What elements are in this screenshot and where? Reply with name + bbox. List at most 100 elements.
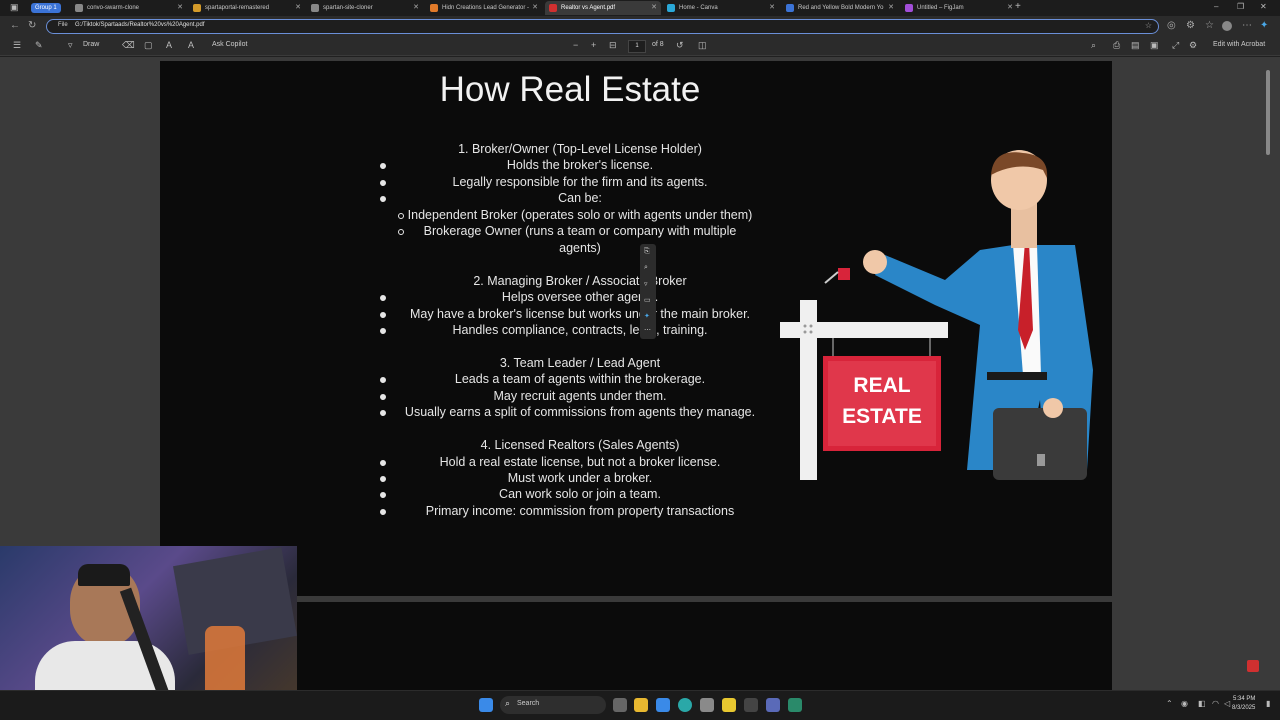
page-view-icon[interactable]: ▢ xyxy=(144,40,153,51)
tab-close-icon[interactable]: ✕ xyxy=(532,1,538,15)
minimize-icon[interactable]: – xyxy=(1214,2,1218,11)
tab-favicon-icon xyxy=(786,4,794,12)
highlight-selection-icon[interactable]: ▿ xyxy=(644,280,648,288)
tab-close-icon[interactable]: ✕ xyxy=(413,1,419,15)
slide-bullet-text: Holds the broker's license. xyxy=(506,158,654,173)
page-number-input[interactable]: 1 xyxy=(628,40,646,53)
ask-copilot-button[interactable]: Ask Copilot xyxy=(212,41,247,48)
search-selection-icon[interactable]: ⌕ xyxy=(644,264,648,272)
search-icon[interactable]: ⌕ xyxy=(1091,40,1096,51)
back-icon[interactable]: ← xyxy=(10,20,20,31)
tab-label: Untitled – FigJam xyxy=(917,5,964,11)
more-menu-icon[interactable]: ⋯ xyxy=(1242,20,1252,31)
volume-icon[interactable]: ◁ xyxy=(1224,699,1230,708)
new-tab-button[interactable]: + xyxy=(1015,1,1021,12)
contents-icon[interactable]: ☰ xyxy=(13,40,21,51)
settings-icon[interactable]: ⚙ xyxy=(1186,20,1195,31)
browser-tab[interactable]: Untitled – FigJam ✕ xyxy=(901,1,1017,15)
start-icon[interactable] xyxy=(479,698,493,712)
taskbar-search-label: Search xyxy=(517,700,540,707)
favorite-star-icon[interactable]: ☆ xyxy=(1145,21,1152,30)
terminal-icon[interactable] xyxy=(788,698,802,712)
draw-button[interactable]: Draw xyxy=(83,41,99,48)
copy-icon[interactable]: ⎘ xyxy=(644,248,650,256)
bullet-disc-icon xyxy=(380,179,386,186)
browser-tab[interactable]: Realtor vs Agent.pdf ✕ xyxy=(545,1,661,15)
bullet-disc-icon xyxy=(380,295,386,302)
url-text[interactable]: G:/Tiktok/Spartaads/Realtor%20vs%20Agent… xyxy=(75,22,205,28)
browser-tab[interactable]: Red and Yellow Bold Modern Yo ✕ xyxy=(782,1,898,15)
keychain-house xyxy=(838,268,850,280)
two-page-icon[interactable]: ◫ xyxy=(698,40,707,51)
draw-icon[interactable]: ▿ xyxy=(68,40,73,51)
rotate-icon[interactable]: ↺ xyxy=(676,40,684,51)
save-as-icon[interactable]: ▣ xyxy=(1150,40,1159,51)
file-explorer-icon[interactable] xyxy=(634,698,648,712)
window-menu-icon[interactable]: ▣ xyxy=(10,2,19,13)
slide-heading-line: 3. Team Leader / Lead Agent xyxy=(499,355,661,370)
slide-bullet-text: Helps oversee other agents. xyxy=(501,290,659,305)
text-icon[interactable]: A xyxy=(166,40,172,50)
clock[interactable]: 5:34 PM 8/3/2025 xyxy=(1232,695,1255,713)
tab-close-icon[interactable]: ✕ xyxy=(1007,1,1013,15)
browser-tab[interactable]: Hidn Creations Lead Generator - ✕ xyxy=(426,1,542,15)
tab-close-icon[interactable]: ✕ xyxy=(651,1,657,15)
app-icon-yellow[interactable] xyxy=(722,698,736,712)
tab-favicon-icon xyxy=(667,4,675,12)
tab-close-icon[interactable]: ✕ xyxy=(888,1,894,15)
bullet-disc-icon xyxy=(380,311,386,318)
tab-strip: ▣ Group 1 convo-swarm-clone ✕ spartaportal… xyxy=(0,0,1280,16)
tab-close-icon[interactable]: ✕ xyxy=(177,1,183,15)
maximize-icon[interactable]: ❐ xyxy=(1237,2,1244,11)
tab-group-chip[interactable]: Group 1 xyxy=(31,3,61,13)
file-scheme-label: File xyxy=(58,22,68,28)
calendar-icon[interactable] xyxy=(656,698,670,712)
scrollbar-thumb[interactable] xyxy=(1266,70,1270,155)
sign-arm xyxy=(780,322,948,338)
zoom-in-icon[interactable]: + xyxy=(591,40,596,50)
task-view-icon[interactable] xyxy=(613,698,627,712)
refresh-icon[interactable]: ↻ xyxy=(28,20,36,31)
fit-page-icon[interactable]: ⊟ xyxy=(609,40,617,51)
fullscreen-icon[interactable]: ⤢ xyxy=(1172,40,1179,51)
profile-avatar[interactable] xyxy=(1222,21,1232,31)
comment-icon[interactable]: ▭ xyxy=(644,296,651,304)
copilot-selection-icon[interactable]: ✦ xyxy=(644,312,650,320)
browser-tab[interactable]: spartaportal-remastered ✕ xyxy=(189,1,305,15)
pdf-settings-icon[interactable]: ⚙ xyxy=(1189,40,1197,51)
slide-bullet-text: Brokerage Owner (runs a team or company … xyxy=(423,224,737,239)
edge-icon[interactable] xyxy=(678,698,692,712)
acrobat-icon[interactable] xyxy=(1247,660,1259,672)
wifi-icon[interactable]: ◠ xyxy=(1212,699,1219,708)
print-icon[interactable]: ⎙ xyxy=(1113,40,1120,51)
browser-tab[interactable]: convo-swarm-clone ✕ xyxy=(71,1,187,15)
slide-heading-line: 1. Broker/Owner (Top-Level License Holde… xyxy=(458,142,702,156)
network-icon[interactable]: ◧ xyxy=(1198,699,1206,708)
app-icon-dark[interactable] xyxy=(744,698,758,712)
taskbar-search[interactable]: ⌕ Search xyxy=(500,696,606,714)
browser-tab[interactable]: Home - Canva ✕ xyxy=(663,1,779,15)
bullet-disc-icon xyxy=(380,459,386,466)
more-selection-icon[interactable]: ⋯ xyxy=(644,326,651,334)
edit-with-acrobat-button[interactable]: Edit with Acrobat xyxy=(1213,41,1265,48)
erase-icon[interactable]: ⌫ xyxy=(122,40,135,51)
save-icon[interactable]: ▤ xyxy=(1131,40,1140,51)
app-icon-blue[interactable] xyxy=(766,698,780,712)
zoom-out-icon[interactable]: − xyxy=(573,40,578,50)
notification-icon[interactable]: ▮ xyxy=(1266,699,1270,708)
store-icon[interactable] xyxy=(700,698,714,712)
read-aloud-icon[interactable]: A xyxy=(188,40,194,50)
slide-bullet-text: Legally responsible for the firm and its… xyxy=(452,174,708,189)
highlight-icon[interactable]: ✎ xyxy=(35,40,43,51)
address-bar[interactable]: File G:/Tiktok/Spartaads/Realtor%20vs%20… xyxy=(46,19,1159,34)
slide-bullet-text: Primary income: commission from property… xyxy=(425,503,735,518)
extension-icon[interactable]: ◎ xyxy=(1167,20,1176,31)
browser-tab[interactable]: spartan-site-cloner ✕ xyxy=(307,1,423,15)
tray-chevron-icon[interactable]: ⌃ xyxy=(1166,699,1173,708)
tray-app-icon[interactable]: ◉ xyxy=(1181,699,1188,708)
favorites-icon[interactable]: ☆ xyxy=(1205,20,1214,31)
copilot-icon[interactable]: ✦ xyxy=(1260,20,1268,31)
tab-close-icon[interactable]: ✕ xyxy=(295,1,301,15)
tab-close-icon[interactable]: ✕ xyxy=(769,1,775,15)
close-window-icon[interactable]: ✕ xyxy=(1260,2,1267,11)
